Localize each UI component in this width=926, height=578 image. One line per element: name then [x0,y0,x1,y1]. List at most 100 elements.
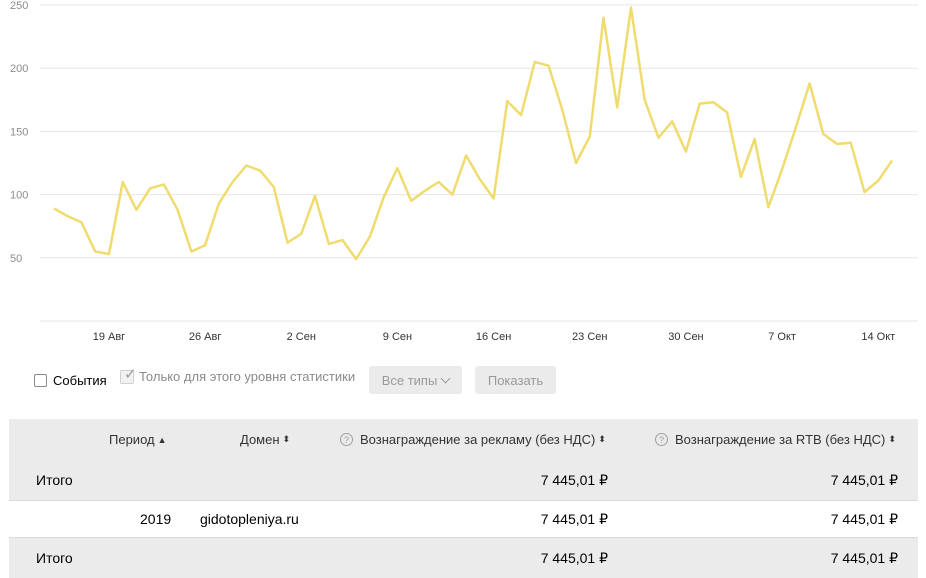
chart-controls: События ✓ Только для этого уровня статис… [0,366,926,394]
events-checkbox[interactable]: События [34,373,107,388]
data-point[interactable] [147,185,153,191]
total-rtb-reward: 7 445,01 ₽ [830,471,898,488]
sort-asc-icon: ▲ [157,434,167,445]
data-point[interactable] [120,179,126,185]
x-tick-label: 23 Сен [572,331,607,343]
data-point[interactable] [312,193,318,199]
data-point[interactable] [161,181,167,187]
data-point[interactable] [257,168,263,174]
x-tick-label: 26 Авг [189,331,221,343]
domain-column-header[interactable]: Домен ⬍ [240,419,290,460]
data-point[interactable] [326,241,332,247]
data-point[interactable] [133,207,139,213]
data-point[interactable] [573,160,579,166]
row-rtb-reward: 7 445,01 ₽ [830,510,898,527]
data-point[interactable] [381,194,387,200]
data-point[interactable] [669,118,675,124]
data-point[interactable] [367,233,373,239]
data-point[interactable] [394,165,400,171]
level-only-checkbox-box: ✓ [120,367,137,384]
data-point[interactable] [546,63,552,69]
y-tick-label: 200 [10,63,28,75]
rtb-reward-column-header[interactable]: ? Вознаграждение за RTB (без НДС) ⬍ [655,419,896,460]
data-point[interactable] [504,98,510,104]
data-point[interactable] [202,242,208,248]
data-point[interactable] [628,5,634,11]
y-tick-label: 100 [10,190,28,202]
data-point[interactable] [92,248,98,254]
data-point[interactable] [889,157,895,163]
y-tick-label: 50 [10,253,22,265]
data-point[interactable] [738,174,744,180]
data-point[interactable] [78,219,84,225]
x-tick-label: 14 Окт [861,331,895,343]
sort-icon: ⬍ [888,434,896,444]
data-point[interactable] [752,136,758,142]
data-point[interactable] [532,59,538,65]
data-point[interactable] [875,178,881,184]
data-point[interactable] [463,152,469,158]
row-period: 2019 [140,511,172,527]
data-point[interactable] [614,104,620,110]
data-point[interactable] [793,125,799,131]
data-point[interactable] [601,15,607,21]
ad-reward-column-header[interactable]: ? Вознаграждение за рекламу (без НДС) ⬍ [340,419,606,460]
x-tick-label: 16 Сен [476,331,511,343]
table-row: 2019 gidotopleniya.ru 7 445,01 ₽ 7 445,0… [9,500,918,538]
data-point[interactable] [683,149,689,155]
level-only-checkbox: ✓ Только для этого уровня статистики [120,367,356,384]
data-point[interactable] [188,248,194,254]
data-point[interactable] [642,97,648,103]
series-line [53,6,894,261]
data-point[interactable] [834,141,840,147]
data-point[interactable] [408,198,414,204]
data-point[interactable] [724,109,730,115]
data-point[interactable] [697,101,703,107]
data-point[interactable] [655,135,661,141]
data-point[interactable] [862,189,868,195]
data-point[interactable] [339,237,345,243]
data-point[interactable] [175,207,181,213]
data-point[interactable] [285,240,291,246]
data-point[interactable] [65,213,71,219]
data-point[interactable] [848,140,854,146]
data-point[interactable] [449,192,455,198]
rtb-reward-header-label: Вознаграждение за RTB (без НДС) [675,432,886,447]
types-dropdown-button[interactable]: Все типы [369,366,462,394]
data-point[interactable] [216,200,222,206]
help-icon[interactable]: ? [655,433,668,446]
table-header: Период ▲ Домен ⬍ ? Вознаграждение за рек… [9,419,918,460]
help-icon[interactable]: ? [340,433,353,446]
data-point[interactable] [243,163,249,169]
stats-table: Период ▲ Домен ⬍ ? Вознаграждение за рек… [9,419,918,578]
show-button[interactable]: Показать [475,366,556,394]
show-button-label: Показать [487,372,544,388]
data-point[interactable] [807,80,813,86]
data-point[interactable] [820,131,826,137]
data-point[interactable] [230,179,236,185]
x-tick-label: 2 Сен [287,331,316,343]
data-point[interactable] [353,256,359,262]
data-point[interactable] [271,184,277,190]
data-point[interactable] [436,179,442,185]
total-ad-reward: 7 445,01 ₽ [540,471,608,488]
data-point[interactable] [491,195,497,201]
data-point[interactable] [710,99,716,105]
row-ad-reward: 7 445,01 ₽ [540,510,608,527]
events-checkbox-box[interactable] [34,374,47,387]
data-point[interactable] [422,188,428,194]
data-point[interactable] [518,112,524,118]
period-column-header[interactable]: Период ▲ [109,419,167,460]
data-point[interactable] [779,166,785,172]
data-point[interactable] [51,206,57,212]
data-point[interactable] [559,107,565,113]
data-point[interactable] [298,231,304,237]
sort-icon: ⬍ [282,434,291,444]
data-point[interactable] [587,133,593,139]
data-point[interactable] [477,176,483,182]
chevron-down-icon [440,373,451,383]
period-header-label: Период [109,432,155,447]
data-point[interactable] [106,251,112,257]
level-only-checkbox-label: Только для этого уровня статистики [139,369,356,384]
data-point[interactable] [765,204,771,210]
